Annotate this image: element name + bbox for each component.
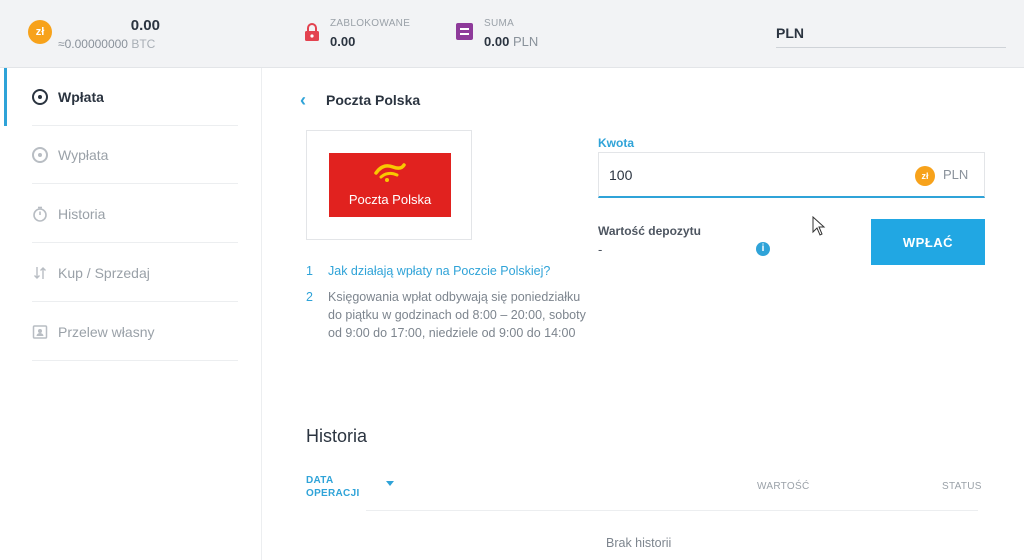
column-header-date-line2: OPERACJI: [306, 488, 360, 499]
amount-unit: PLN: [943, 167, 969, 182]
sidebar: Wpłata Wypłata Historia Kup / Sprzedaj P…: [0, 68, 262, 560]
deposit-value-label: Wartość depozytu: [598, 224, 701, 238]
step-number: 1: [306, 264, 313, 278]
sidebar-item-withdraw[interactable]: Wypłata: [32, 126, 238, 184]
sidebar-item-label: Przelew własny: [58, 323, 155, 340]
deposit-value: -: [598, 242, 603, 257]
list-item: 1 Jak działają wpłaty na Poczcie Polskie…: [306, 262, 586, 280]
currency-select[interactable]: PLN: [776, 22, 1006, 48]
back-chevron-icon[interactable]: ‹: [300, 90, 306, 111]
locked-label: ZABLOKOWANE: [330, 18, 411, 29]
sidebar-item-label: Historia: [58, 205, 106, 222]
column-header-status: STATUS: [942, 481, 982, 492]
sum-value: 0.00 PLN: [484, 34, 538, 49]
sum-unit: PLN: [512, 34, 539, 49]
sidebar-item-own-transfer[interactable]: Przelew własny: [32, 303, 238, 361]
list-item: 2 Księgowania wpłat odbywają się poniedz…: [306, 288, 586, 342]
top-bar: zł 0.00 ≈0.00000000 BTC ZABLOKOWANE 0.00…: [0, 0, 1024, 68]
balance-btc: ≈0.00000000 BTC: [58, 37, 155, 51]
sort-caret-icon[interactable]: [386, 481, 394, 486]
logo-card: Poczta Polska: [306, 130, 472, 240]
column-header-date[interactable]: DATA OPERACJI: [306, 474, 360, 500]
logo-text: Poczta Polska: [348, 192, 432, 207]
sum-label: SUMA: [484, 18, 515, 29]
sidebar-item-buy-sell[interactable]: Kup / Sprzedaj: [32, 244, 238, 302]
post-horn-icon: [374, 163, 406, 182]
balance-btc-unit: BTC: [131, 37, 156, 51]
amount-label: Kwota: [598, 136, 634, 150]
balance-value: 0.00: [130, 17, 160, 34]
sidebar-item-deposit[interactable]: Wpłata: [32, 68, 238, 126]
pln-coin-icon: zł: [28, 20, 52, 44]
lock-icon: [305, 23, 319, 41]
amount-field: zł PLN: [598, 152, 985, 198]
sidebar-item-label: Kup / Sprzedaj: [58, 264, 150, 281]
booking-hours-text: Księgowania wpłat odbywają się poniedzia…: [328, 290, 586, 340]
info-steps: 1 Jak działają wpłaty na Poczcie Polskie…: [306, 262, 586, 350]
column-header-date-line1: DATA: [306, 475, 334, 486]
poczta-polska-logo: Poczta Polska: [329, 153, 451, 217]
column-header-value: WARTOŚĆ: [757, 481, 810, 492]
info-icon[interactable]: i: [756, 242, 770, 256]
history-title: Historia: [306, 426, 368, 446]
id-card-icon: [32, 324, 48, 339]
sidebar-item-history[interactable]: Historia: [32, 185, 238, 243]
deposit-button[interactable]: WPŁAĆ: [871, 219, 985, 265]
locked-value: 0.00: [330, 34, 356, 49]
pln-coin-icon: zł: [915, 166, 935, 186]
deposit-icon: [32, 88, 48, 105]
amount-input[interactable]: [609, 163, 889, 187]
balance-btc-value: ≈0.00000000: [58, 37, 128, 51]
stopwatch-icon: [33, 206, 47, 222]
sum-icon: [456, 23, 473, 40]
table-divider: [366, 510, 978, 511]
withdraw-icon: [32, 146, 48, 163]
mouse-cursor-icon: [812, 216, 826, 236]
sum-amount: 0.00: [484, 34, 510, 49]
empty-history-text: Brak historii: [606, 536, 672, 550]
sidebar-item-label: Wypłata: [58, 146, 109, 163]
active-indicator: [4, 68, 7, 126]
how-deposits-work-link[interactable]: Jak działają wpłaty na Poczcie Polskiej?: [328, 262, 550, 280]
step-number: 2: [306, 290, 313, 304]
page-title: Poczta Polska: [326, 92, 421, 108]
sidebar-item-label: Wpłata: [58, 88, 104, 105]
arrows-icon: [34, 266, 46, 279]
